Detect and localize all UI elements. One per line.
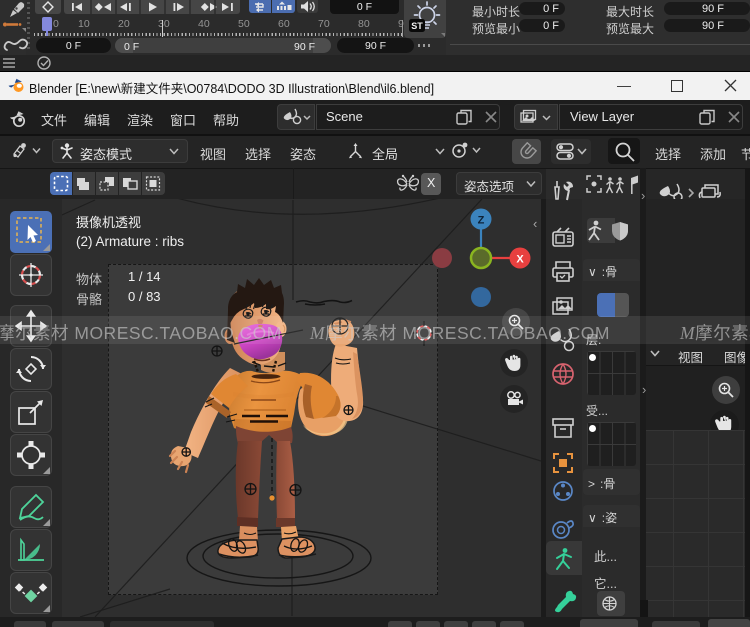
svg-text:ST: ST bbox=[411, 21, 423, 31]
svg-text:X: X bbox=[516, 254, 524, 266]
svg-text:Z: Z bbox=[478, 215, 485, 227]
